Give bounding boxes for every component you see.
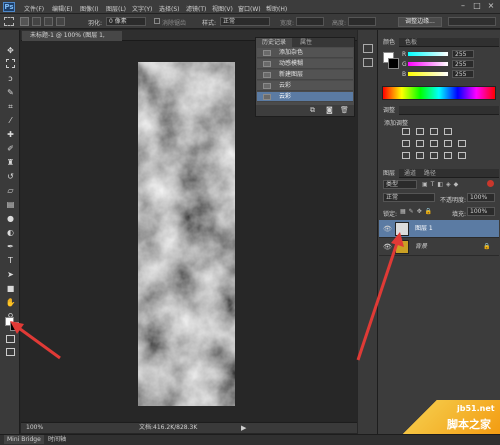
watermark-text: 脚本之家 <box>447 418 491 431</box>
arrow-to-layer <box>356 239 400 361</box>
arrow-to-swatches <box>15 324 61 360</box>
watermark-site: jb51.net <box>457 404 495 413</box>
arrow-head-layer <box>391 232 404 247</box>
watermark-badge: jb51.net 脚本之家 <box>395 400 500 434</box>
annotation-arrows <box>10 232 404 361</box>
